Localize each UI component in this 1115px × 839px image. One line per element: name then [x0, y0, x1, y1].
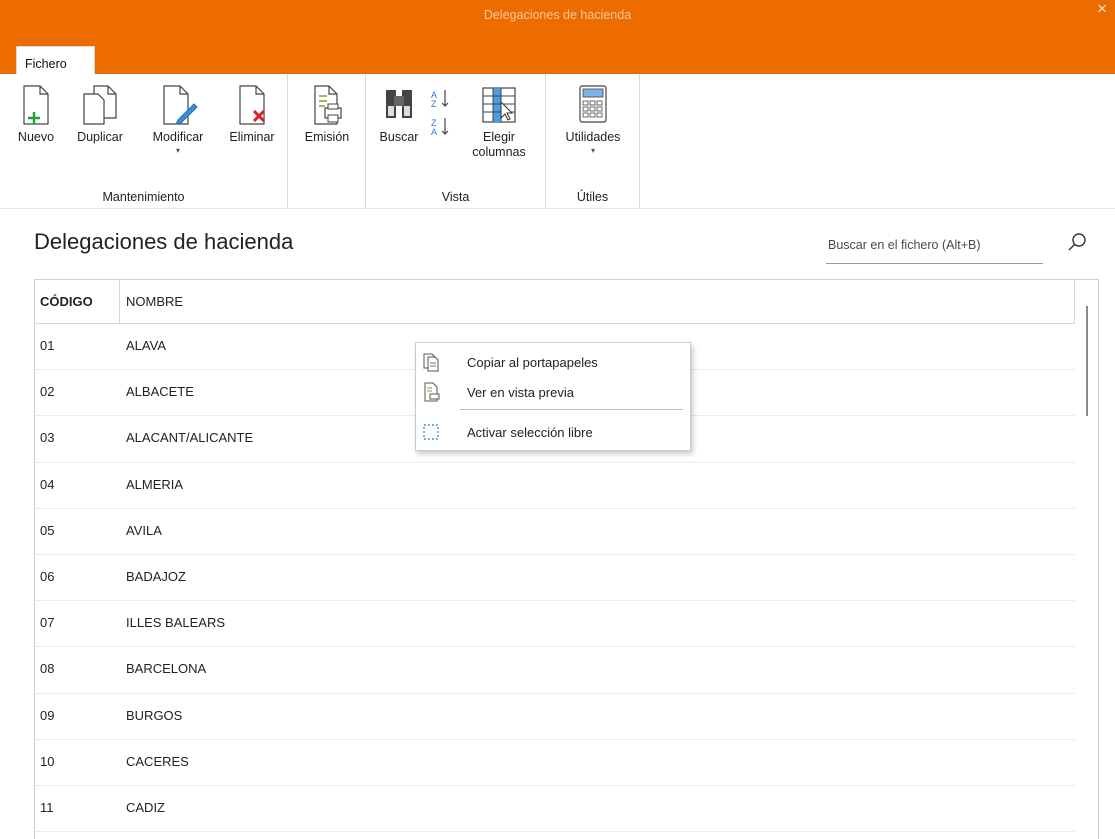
- new-document-icon: [23, 85, 49, 125]
- scrollbar-thumb[interactable]: [1086, 306, 1088, 416]
- cell-nombre: AVILA: [126, 522, 162, 538]
- ribbon-group-vista: Buscar A Z Z A Elegir columnas Vista: [366, 74, 546, 208]
- cell-nombre: CACERES: [126, 753, 189, 769]
- duplicate-icon: [83, 85, 117, 125]
- close-icon[interactable]: ×: [1097, 0, 1107, 18]
- group-label-vista: Vista: [441, 190, 470, 204]
- duplicar-button[interactable]: Duplicar: [64, 84, 136, 145]
- utilidades-button[interactable]: Utilidades ▾: [552, 84, 634, 155]
- table-row[interactable]: [35, 832, 1075, 839]
- context-item-label: Activar selección libre: [467, 425, 593, 440]
- cell-codigo: 09: [40, 707, 55, 723]
- cell-codigo: 05: [40, 522, 55, 538]
- emision-label: Emisión: [304, 130, 350, 144]
- svg-text:A: A: [431, 127, 437, 137]
- context-item-vista-previa[interactable]: Ver en vista previa: [416, 379, 690, 405]
- vertical-scrollbar[interactable]: [1075, 280, 1098, 839]
- column-header-codigo[interactable]: CÓDIGO: [35, 280, 120, 323]
- cell-codigo: 04: [40, 476, 55, 492]
- title-bar: Delegaciones de hacienda ×: [0, 0, 1115, 74]
- buscar-button[interactable]: Buscar: [372, 84, 426, 145]
- group-label-mantenimiento: Mantenimiento: [102, 190, 185, 204]
- context-item-label: Ver en vista previa: [467, 385, 574, 400]
- cell-nombre: BURGOS: [126, 707, 183, 723]
- ribbon: Nuevo Duplicar Modificar ▾ Eliminar Mant…: [0, 74, 1115, 209]
- binoculars-icon: [386, 90, 412, 118]
- cell-codigo: 01: [40, 338, 55, 353]
- table-row[interactable]: 07 ILLES BALEARS: [35, 601, 1075, 648]
- cell-nombre: ALACANT/ALICANTE: [126, 430, 254, 446]
- cell-nombre: BARCELONA: [126, 661, 207, 677]
- context-item-seleccion-libre[interactable]: Activar selección libre: [416, 419, 690, 445]
- elegir-columnas-label: Elegir columnas: [460, 130, 538, 160]
- calculator-icon: [579, 85, 607, 123]
- ribbon-group-emision: Emisión: [288, 74, 366, 208]
- print-preview-icon: [424, 382, 440, 402]
- cell-codigo: 08: [40, 661, 55, 677]
- utilidades-label: Utilidades: [565, 130, 621, 144]
- table-row[interactable]: 05 AVILA: [35, 509, 1075, 555]
- sort-az-button[interactable]: A Z Z A: [428, 88, 454, 138]
- eliminar-button[interactable]: Eliminar: [220, 84, 284, 145]
- emision-button[interactable]: Emisión: [296, 84, 358, 145]
- svg-text:Z: Z: [431, 99, 437, 109]
- cell-codigo: 03: [40, 430, 55, 446]
- cell-codigo: 07: [40, 615, 55, 631]
- elegir-columnas-button[interactable]: Elegir columnas: [460, 84, 538, 160]
- search-box: [826, 230, 1043, 264]
- buscar-label: Buscar: [379, 130, 419, 144]
- search-input[interactable]: [826, 230, 1043, 260]
- modificar-label: Modificar: [152, 130, 204, 144]
- window-title: Delegaciones de hacienda: [483, 8, 632, 22]
- tab-fichero[interactable]: Fichero: [16, 46, 95, 76]
- cell-nombre: ALMERIA: [126, 476, 184, 492]
- print-document-icon: [314, 85, 342, 125]
- group-label-utiles: Útiles: [576, 190, 609, 204]
- page-title: Delegaciones de hacienda: [34, 229, 294, 254]
- free-selection-icon: [423, 424, 439, 440]
- chevron-down-icon: ▾: [175, 146, 180, 155]
- table-row[interactable]: 11 CADIZ: [35, 786, 1075, 833]
- table-row[interactable]: 04 ALMERIA: [35, 463, 1075, 509]
- table-row[interactable]: 08 BARCELONA: [35, 647, 1075, 694]
- elegir-label-line2: columnas: [472, 145, 526, 159]
- cell-nombre: BADAJOZ: [126, 568, 186, 584]
- sort-icon: A Z Z A: [431, 90, 449, 137]
- cell-nombre: ILLES BALEARS: [126, 615, 225, 631]
- context-menu: Copiar al portapapeles Ver en vista prev…: [415, 342, 691, 451]
- cell-codigo: 11: [40, 799, 54, 815]
- cell-codigo: 10: [40, 753, 55, 769]
- nuevo-label: Nuevo: [17, 130, 55, 144]
- cell-codigo: 06: [40, 568, 55, 584]
- ribbon-group-mantenimiento: Nuevo Duplicar Modificar ▾ Eliminar Mant…: [0, 74, 288, 208]
- search-icon[interactable]: [1066, 230, 1090, 254]
- context-item-label: Copiar al portapapeles: [467, 355, 598, 370]
- elegir-label-line1: Elegir: [483, 130, 515, 144]
- nuevo-button[interactable]: Nuevo: [8, 84, 64, 145]
- column-header-nombre[interactable]: NOMBRE: [120, 280, 183, 323]
- edit-document-icon: [163, 85, 198, 125]
- table-row[interactable]: 09 BURGOS: [35, 694, 1075, 740]
- modificar-button[interactable]: Modificar ▾: [136, 84, 220, 155]
- table-row[interactable]: 06 BADAJOZ: [35, 555, 1075, 602]
- table-row[interactable]: 10 CACERES: [35, 740, 1075, 786]
- choose-columns-icon: [482, 87, 516, 123]
- delete-document-icon: [239, 85, 266, 125]
- context-item-copiar[interactable]: Copiar al portapapeles: [416, 349, 690, 375]
- eliminar-label: Eliminar: [229, 130, 275, 144]
- context-menu-separator: [460, 409, 683, 410]
- cell-nombre: ALBACETE: [126, 384, 194, 400]
- chevron-down-icon: ▾: [590, 146, 595, 155]
- cell-nombre: ALAVA: [126, 338, 166, 353]
- copy-icon: [423, 353, 439, 372]
- ribbon-group-utiles: Utilidades ▾ Útiles: [546, 74, 640, 208]
- cell-codigo: 02: [40, 384, 55, 400]
- grid-header: CÓDIGO NOMBRE: [35, 280, 1075, 324]
- duplicar-label: Duplicar: [77, 130, 123, 144]
- cell-nombre: CADIZ: [126, 799, 165, 815]
